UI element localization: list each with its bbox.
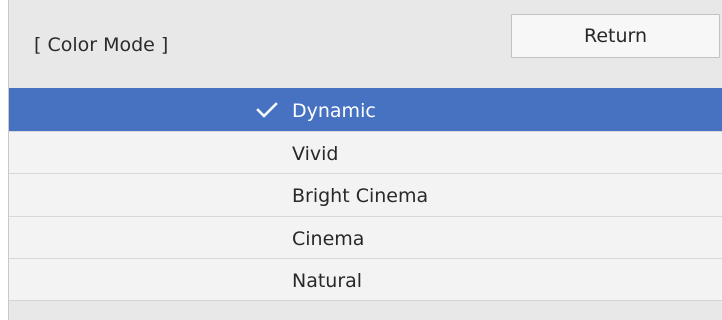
option-natural[interactable]: Natural xyxy=(9,258,722,301)
option-dynamic[interactable]: Dynamic xyxy=(9,88,722,131)
option-cinema[interactable]: Cinema xyxy=(9,216,722,259)
option-label: Bright Cinema xyxy=(292,185,429,207)
return-button[interactable]: Return xyxy=(511,14,720,58)
menu-footer-strip xyxy=(9,300,722,320)
option-label: Vivid xyxy=(292,143,339,165)
color-mode-panel: [ Color Mode ] Return Dynamic Vivid Brig… xyxy=(8,0,722,320)
menu-title: [ Color Mode ] xyxy=(34,34,169,56)
option-label: Natural xyxy=(292,270,363,292)
option-vivid[interactable]: Vivid xyxy=(9,131,722,174)
color-mode-options: Dynamic Vivid Bright Cinema Cinema Natur… xyxy=(9,88,722,301)
menu-header: [ Color Mode ] Return xyxy=(9,0,722,88)
option-label: Cinema xyxy=(292,228,365,250)
option-label: Dynamic xyxy=(292,100,376,122)
option-bright-cinema[interactable]: Bright Cinema xyxy=(9,173,722,216)
check-icon xyxy=(256,102,278,118)
